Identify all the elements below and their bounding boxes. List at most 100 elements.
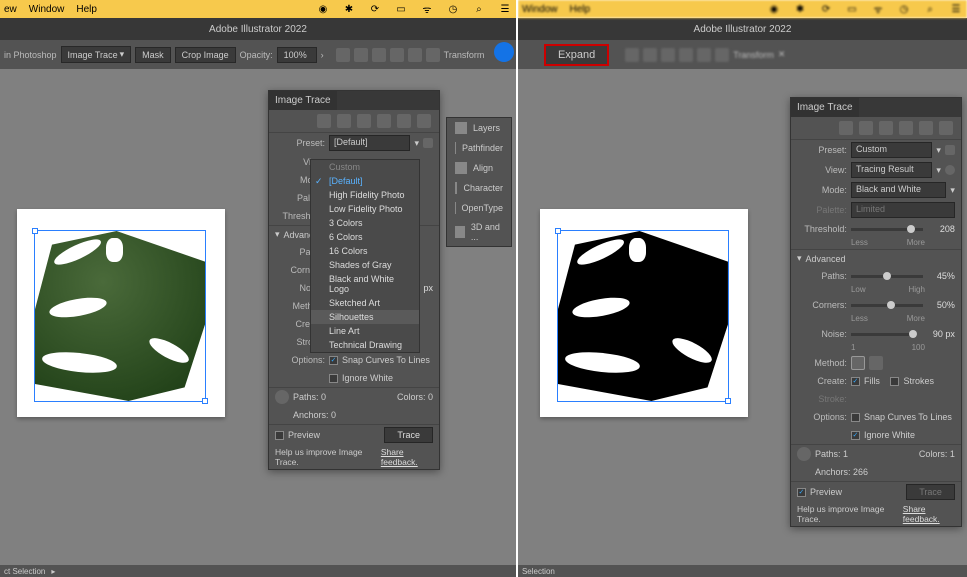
preview-checkbox[interactable] <box>275 431 284 440</box>
image-trace-tab[interactable]: Image Trace <box>791 98 859 117</box>
ignore-white-checkbox[interactable]: ✓ <box>851 431 860 440</box>
align-icon-6[interactable] <box>426 48 440 62</box>
palette-select: Limited <box>851 202 955 218</box>
chevron-down-icon[interactable]: ▾ <box>936 165 941 176</box>
preset-option-high-fidelity[interactable]: High Fidelity Photo <box>311 188 419 202</box>
preset-menu-icon[interactable] <box>423 138 433 148</box>
opacity-input[interactable]: 100% <box>277 47 317 63</box>
mask-button[interactable]: Mask <box>135 47 171 63</box>
strokes-checkbox[interactable] <box>890 377 899 386</box>
pathfinder-panel-button[interactable]: Pathfinder <box>447 138 511 158</box>
chevron-down-icon[interactable]: ▾ <box>414 138 419 149</box>
preset-option-silhouettes[interactable]: Silhouettes <box>311 310 419 324</box>
share-feedback-link[interactable]: Share feedback. <box>903 504 955 524</box>
preset-menu-icon[interactable] <box>945 145 955 155</box>
align-icon-4[interactable] <box>390 48 404 62</box>
outline-icon[interactable] <box>417 114 431 128</box>
menu-ew[interactable]: ew <box>4 4 17 15</box>
leaf-image[interactable] <box>35 231 205 401</box>
preset-option-6-colors[interactable]: 6 Colors <box>311 230 419 244</box>
bw-icon[interactable] <box>397 114 411 128</box>
outline-icon[interactable] <box>939 121 953 135</box>
high-color-icon[interactable] <box>337 114 351 128</box>
paths-slider[interactable] <box>851 275 923 278</box>
align-icon-3[interactable] <box>372 48 386 62</box>
preset-option-low-fidelity[interactable]: Low Fidelity Photo <box>311 202 419 216</box>
preset-option-sketched[interactable]: Sketched Art <box>311 296 419 310</box>
align-icon-5[interactable] <box>408 48 422 62</box>
corners-value[interactable]: 50% <box>927 300 955 310</box>
mode-select[interactable]: Black and White <box>851 182 946 198</box>
crop-image-button[interactable]: Crop Image <box>175 47 236 63</box>
noise-value[interactable]: 90 px <box>921 329 955 339</box>
snap-checkbox[interactable]: ✓ <box>329 356 338 365</box>
grayscale-icon[interactable] <box>899 121 913 135</box>
chevron-down-icon[interactable]: ▾ <box>950 185 955 196</box>
preset-select[interactable]: [Default] <box>329 135 410 151</box>
method-abutting-icon[interactable] <box>851 356 865 370</box>
preset-option-bw-logo[interactable]: Black and White Logo <box>311 272 419 296</box>
threshold-value[interactable]: 208 <box>927 224 955 234</box>
view-select[interactable]: Tracing Result <box>851 162 932 178</box>
advanced-toggle[interactable]: ▾ <box>275 229 280 240</box>
preset-option-technical[interactable]: Technical Drawing <box>311 338 419 352</box>
menu-help[interactable]: Help <box>76 4 97 15</box>
auto-color-icon[interactable] <box>317 114 331 128</box>
paths-label: Paths: <box>797 271 847 281</box>
low-color-icon[interactable] <box>879 121 893 135</box>
caret-icon[interactable]: ▸ <box>51 567 55 576</box>
cloud-icon: ◉ <box>316 2 330 16</box>
preset-select[interactable]: Custom <box>851 142 932 158</box>
opentype-panel-button[interactable]: OpenType <box>447 198 511 218</box>
auto-color-icon[interactable] <box>839 121 853 135</box>
corners-slider[interactable] <box>851 304 923 307</box>
align-icon-5[interactable] <box>697 48 711 62</box>
menu-window[interactable]: Window <box>29 4 65 15</box>
align-icon-1[interactable] <box>625 48 639 62</box>
edit-in-ps[interactable]: in Photoshop <box>4 50 57 60</box>
leaf-trace[interactable] <box>558 231 728 401</box>
layers-panel-button[interactable]: Layers <box>447 118 511 138</box>
user-avatar[interactable] <box>494 42 514 62</box>
align-icon-3[interactable] <box>661 48 675 62</box>
align-icon-6[interactable] <box>715 48 729 62</box>
share-feedback-link[interactable]: Share feedback. <box>381 447 433 467</box>
align-panel-button[interactable]: Align <box>447 158 511 178</box>
fills-checkbox[interactable]: ✓ <box>851 377 860 386</box>
preset-option-16-colors[interactable]: 16 Colors <box>311 244 419 258</box>
more-label: More <box>907 238 925 247</box>
preset-option-3-colors[interactable]: 3 Colors <box>311 216 419 230</box>
align-icon-2[interactable] <box>354 48 368 62</box>
chevron-right-icon[interactable]: › <box>321 50 324 60</box>
3d-panel-button[interactable]: 3D and ... <box>447 218 511 246</box>
threshold-slider[interactable] <box>851 228 923 231</box>
noise-slider[interactable] <box>851 333 917 336</box>
align-icon-4[interactable] <box>679 48 693 62</box>
snap-checkbox[interactable] <box>851 413 860 422</box>
paths-value[interactable]: 45% <box>927 271 955 281</box>
preset-option-default[interactable]: [Default] <box>311 174 419 188</box>
transform-button[interactable]: Transform <box>733 50 774 60</box>
high-color-icon[interactable] <box>859 121 873 135</box>
close-icon[interactable]: ✕ <box>778 49 786 60</box>
sync-icon: ⟳ <box>368 2 382 16</box>
align-icon-1[interactable] <box>336 48 350 62</box>
character-panel-button[interactable]: Character <box>447 178 511 198</box>
eye-icon[interactable] <box>945 165 955 175</box>
transform-button[interactable]: Transform <box>444 50 485 60</box>
ignore-white-checkbox[interactable] <box>329 374 338 383</box>
advanced-toggle[interactable]: ▾ <box>797 253 802 264</box>
align-icon-2[interactable] <box>643 48 657 62</box>
preset-option-line-art[interactable]: Line Art <box>311 324 419 338</box>
method-overlap-icon[interactable] <box>869 356 883 370</box>
grayscale-icon[interactable] <box>377 114 391 128</box>
expand-button[interactable]: Expand <box>544 44 609 66</box>
image-trace-tab[interactable]: Image Trace <box>269 91 337 110</box>
low-color-icon[interactable] <box>357 114 371 128</box>
image-trace-dropdown[interactable]: Image Trace ▾ <box>61 46 132 63</box>
chevron-down-icon[interactable]: ▾ <box>936 145 941 156</box>
preview-checkbox[interactable]: ✓ <box>797 488 806 497</box>
bw-icon[interactable] <box>919 121 933 135</box>
preset-option-shades-gray[interactable]: Shades of Gray <box>311 258 419 272</box>
trace-button[interactable]: Trace <box>384 427 433 443</box>
